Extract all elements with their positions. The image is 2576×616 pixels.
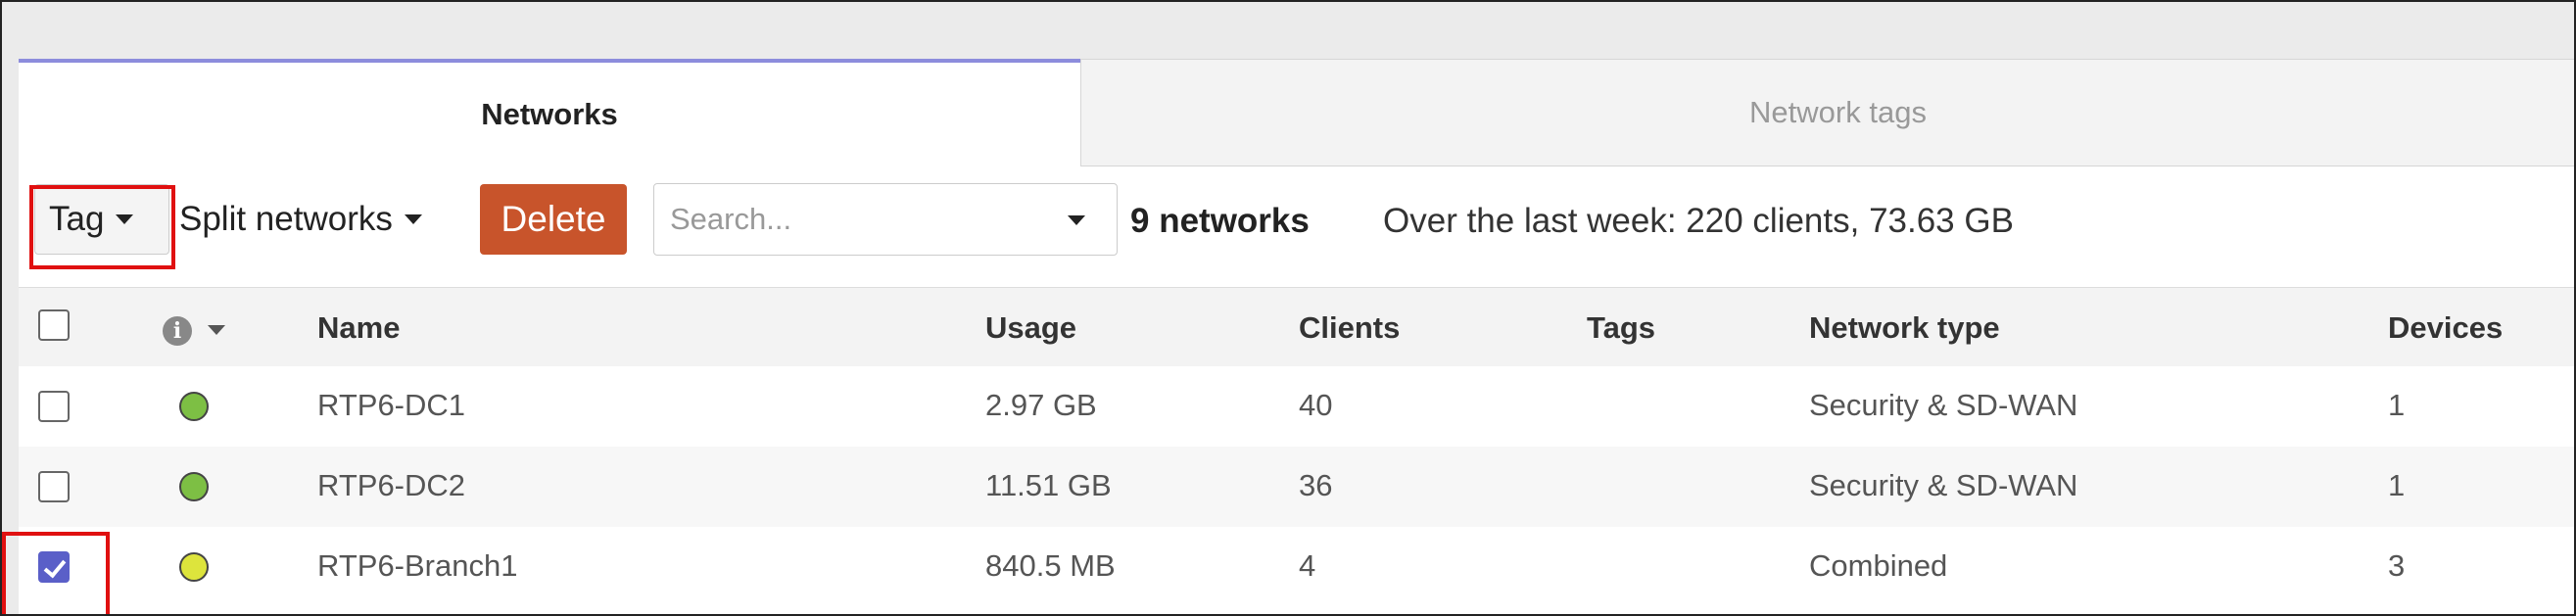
table-row[interactable]: RTP6-DC2 11.51 GB 36 Security & SD-WAN 1 — [19, 447, 2574, 527]
highlight-box-checkbox — [2, 532, 110, 614]
info-icon[interactable]: i — [163, 316, 192, 346]
column-header-tags[interactable]: Tags — [1587, 310, 1655, 346]
chevron-down-icon[interactable] — [1068, 215, 1085, 225]
row-checkbox[interactable] — [38, 391, 70, 422]
chevron-down-icon — [404, 214, 422, 224]
tab-network-tags[interactable]: Network tags — [1080, 59, 2574, 166]
devices-cell: 3 — [2388, 548, 2406, 583]
clients-cell: 36 — [1299, 468, 1333, 502]
window-frame: Networks Network tags Tag Split networks… — [0, 0, 2576, 616]
networks-panel: Networks Network tags Tag Split networks… — [19, 59, 2574, 614]
network-count: 9 networks — [1130, 202, 1310, 240]
network-name[interactable]: RTP6-Branch1 — [317, 548, 517, 584]
row-checkbox[interactable] — [38, 471, 70, 502]
delete-button[interactable]: Delete — [480, 184, 627, 255]
network-type-cell: Security & SD-WAN — [1809, 388, 2078, 422]
usage-cell: 11.51 GB — [985, 468, 1112, 502]
tab-networks[interactable]: Networks — [19, 59, 1080, 166]
select-all-checkbox[interactable] — [38, 309, 70, 341]
network-name[interactable]: RTP6-DC2 — [317, 468, 465, 503]
network-type-cell: Combined — [1809, 548, 1948, 583]
devices-cell: 1 — [2388, 388, 2406, 422]
search-input[interactable]: Search... — [653, 183, 1118, 256]
table-row[interactable]: RTP6-Branch1 840.5 MB 4 Combined 3 — [19, 527, 2574, 607]
status-dot-icon — [179, 552, 209, 582]
column-header-network-type[interactable]: Network type — [1809, 310, 2000, 346]
column-header-devices[interactable]: Devices — [2388, 310, 2503, 346]
split-button-label: Split networks — [179, 200, 393, 238]
table-header: i Name Usage Clients Tags Network type D… — [19, 287, 2574, 367]
search-placeholder: Search... — [670, 202, 792, 236]
column-header-name[interactable]: Name — [317, 310, 400, 346]
network-name[interactable]: RTP6-DC1 — [317, 388, 465, 423]
column-header-clients[interactable]: Clients — [1299, 310, 1400, 346]
chevron-down-icon[interactable] — [208, 325, 225, 335]
devices-cell: 1 — [2388, 468, 2406, 502]
split-networks-button[interactable]: Split networks — [179, 184, 493, 255]
status-dot-icon — [179, 392, 209, 421]
usage-cell: 840.5 MB — [985, 548, 1116, 583]
column-header-usage[interactable]: Usage — [985, 310, 1076, 346]
network-type-cell: Security & SD-WAN — [1809, 468, 2078, 502]
clients-cell: 4 — [1299, 548, 1316, 583]
highlight-box-tag — [29, 185, 175, 269]
usage-summary: Over the last week: 220 clients, 73.63 G… — [1383, 202, 2014, 240]
usage-cell: 2.97 GB — [985, 388, 1097, 422]
table-row[interactable]: RTP6-DC1 2.97 GB 40 Security & SD-WAN 1 — [19, 366, 2574, 447]
clients-cell: 40 — [1299, 388, 1333, 422]
status-dot-icon — [179, 472, 209, 501]
